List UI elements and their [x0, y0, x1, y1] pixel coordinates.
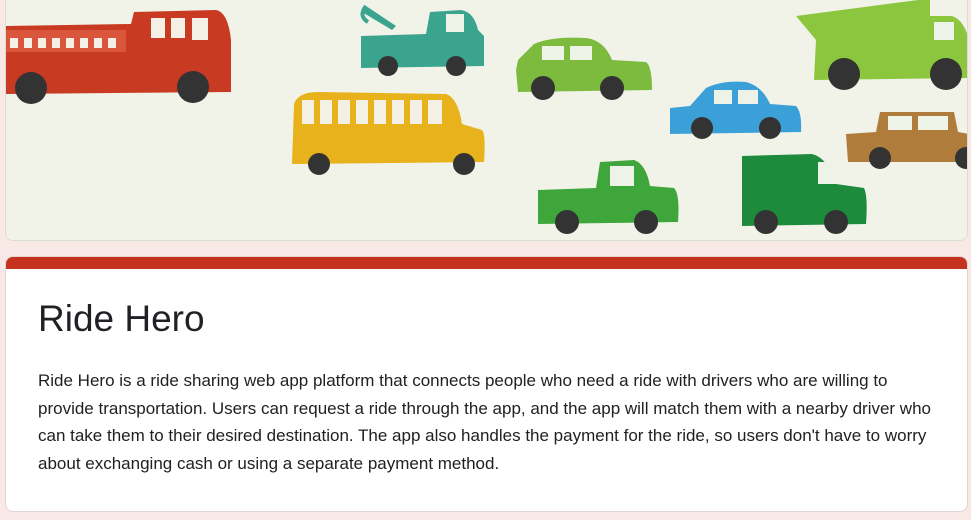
form-title: Ride Hero [38, 298, 205, 339]
tow-truck-icon [360, 4, 484, 76]
pickup-truck-icon [538, 160, 679, 234]
form-header-card: Ride Hero Ride Hero is a ride sharing we… [5, 256, 968, 512]
green-car-icon [516, 37, 652, 100]
blue-car-icon [670, 81, 802, 139]
accent-bar [6, 257, 967, 269]
brown-car-icon [846, 112, 967, 169]
dump-truck-icon [796, 0, 967, 90]
fire-truck-icon [6, 10, 231, 104]
form-description: Ride Hero is a ride sharing web app plat… [38, 371, 931, 473]
header-banner [5, 0, 968, 241]
school-bus-icon [292, 92, 485, 175]
delivery-truck-icon [742, 154, 867, 234]
vehicles-illustration [6, 0, 967, 234]
